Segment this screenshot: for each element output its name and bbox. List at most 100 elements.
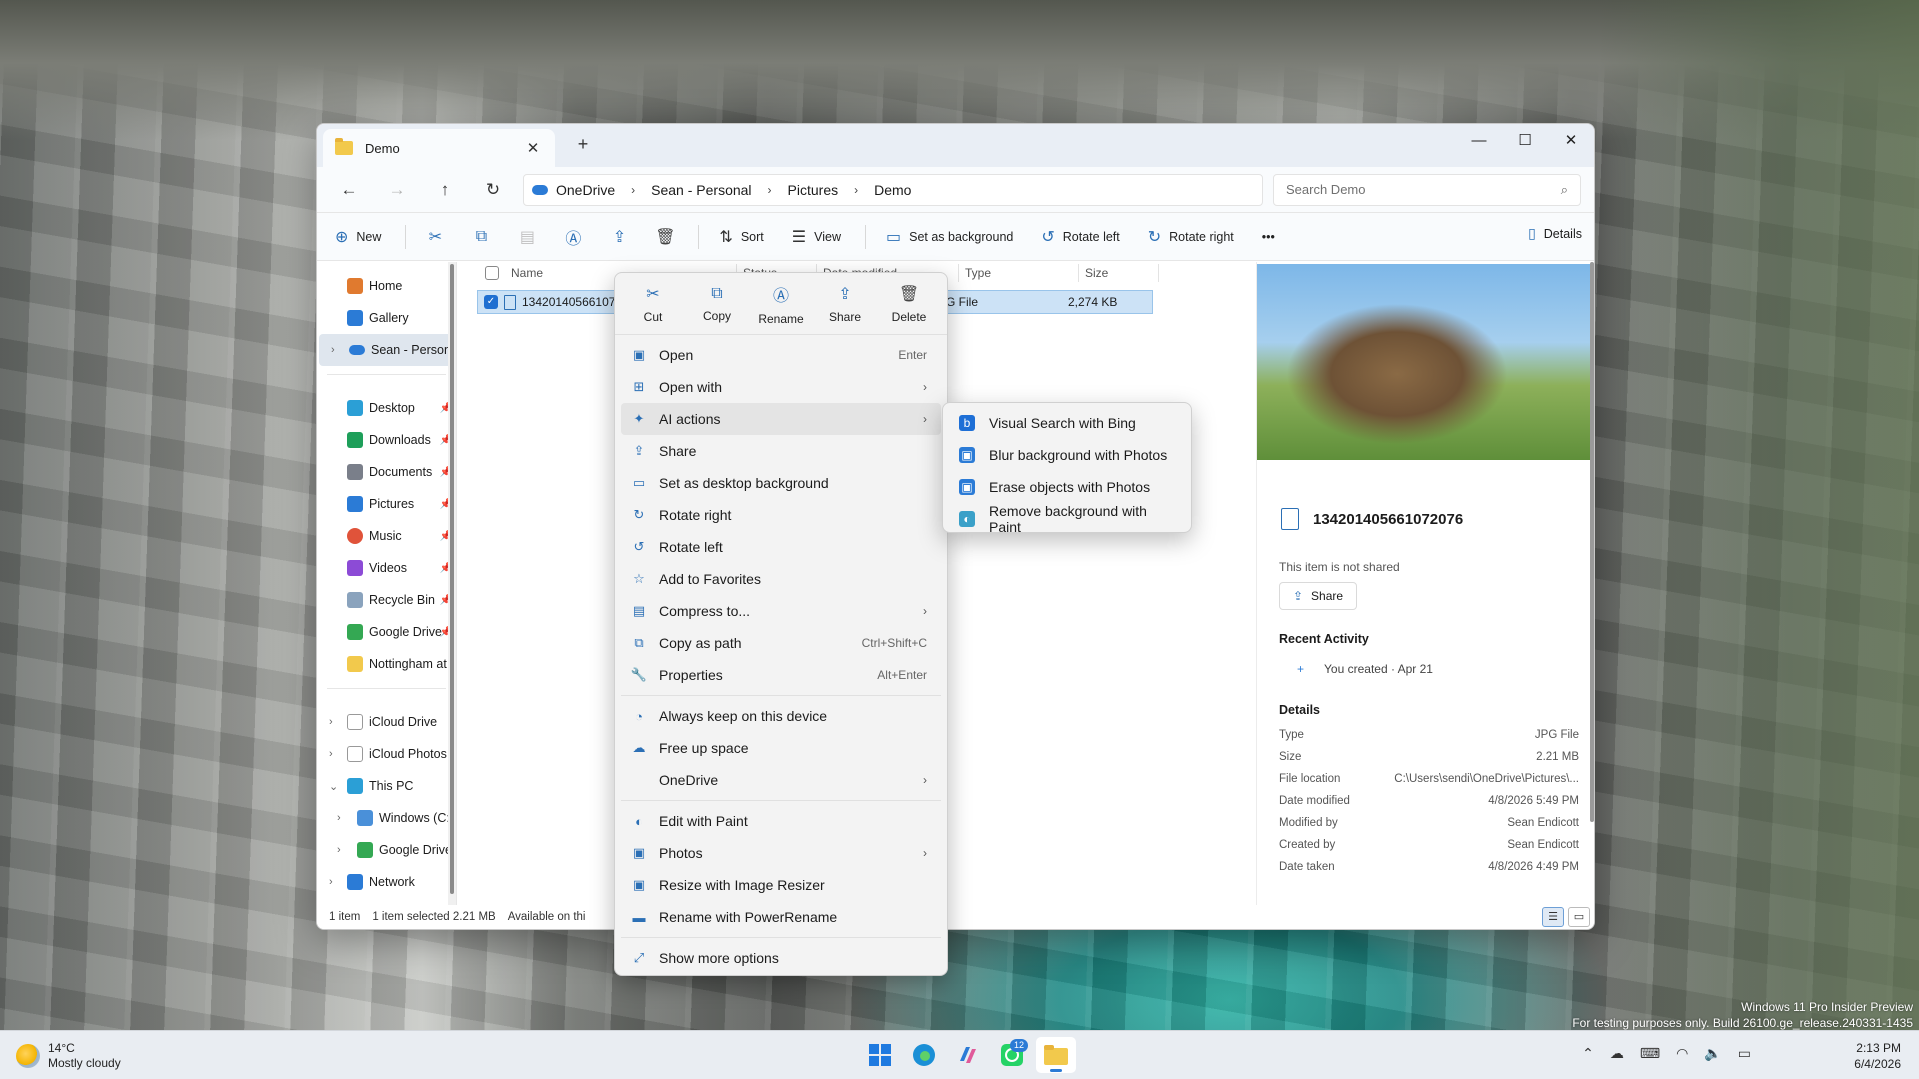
- clock[interactable]: 2:13 PM 6/4/2026: [1854, 1040, 1901, 1072]
- chevron-right-icon[interactable]: ›: [337, 812, 341, 824]
- menu-item-open-with[interactable]: ⊞ Open with ›: [621, 371, 941, 403]
- back-button[interactable]: ←: [325, 180, 373, 200]
- search-input[interactable]: [1286, 182, 1561, 197]
- search-box[interactable]: ⌕: [1273, 173, 1581, 206]
- menu-item-erase-objects[interactable]: ▣ Erase objects with Photos: [949, 471, 1185, 503]
- row-checkbox[interactable]: ✓: [484, 295, 498, 309]
- maximize-button[interactable]: ☐: [1502, 124, 1548, 156]
- share-action[interactable]: ⇪ Share: [813, 284, 877, 324]
- nav-scrollbar[interactable]: [448, 262, 456, 907]
- start-button[interactable]: [860, 1037, 900, 1073]
- sort-button[interactable]: ⇅ Sort: [711, 221, 771, 253]
- nav-item-nottingham[interactable]: Nottingham at (: [317, 648, 456, 680]
- crumb-pictures[interactable]: Pictures: [788, 182, 839, 198]
- details-scrollbar[interactable]: [1590, 262, 1594, 822]
- delete-action[interactable]: 🗑 Delete: [877, 284, 941, 324]
- nav-item-desktop[interactable]: Desktop 📌: [317, 392, 456, 424]
- nav-item-network[interactable]: › Network: [317, 866, 456, 898]
- chevron-right-icon[interactable]: ›: [331, 344, 335, 356]
- minimize-button[interactable]: —: [1456, 124, 1502, 156]
- new-tab-button[interactable]: +: [571, 134, 595, 155]
- crumb-demo[interactable]: Demo: [874, 182, 911, 198]
- edge-app[interactable]: [904, 1037, 944, 1073]
- chevron-up-icon[interactable]: ⌃: [1582, 1045, 1594, 1062]
- weather-widget[interactable]: 14°C Mostly cloudy: [16, 1041, 121, 1071]
- paste-button[interactable]: ▤: [510, 221, 544, 253]
- chevron-right-icon[interactable]: ›: [768, 183, 772, 197]
- nav-item-icloud-photos[interactable]: › iCloud Photos: [317, 738, 456, 770]
- chevron-down-icon[interactable]: ⌄: [329, 780, 338, 793]
- details-share-button[interactable]: ⇪ Share: [1279, 582, 1357, 610]
- chevron-right-icon[interactable]: ›: [854, 183, 858, 197]
- tab-demo[interactable]: Demo ✕: [323, 129, 555, 167]
- close-button[interactable]: ✕: [1548, 124, 1594, 156]
- select-all-checkbox[interactable]: [485, 266, 499, 280]
- nav-item-icloud-drive[interactable]: › iCloud Drive: [317, 706, 456, 738]
- copy-action[interactable]: ⧉ Copy: [685, 285, 749, 323]
- copilot-app[interactable]: [948, 1037, 988, 1073]
- share-button[interactable]: ⇪: [602, 221, 636, 253]
- rotate-left-button[interactable]: ↺ Rotate left: [1033, 221, 1127, 253]
- up-button[interactable]: ↑: [421, 180, 469, 200]
- nav-item-videos[interactable]: Videos 📌: [317, 552, 456, 584]
- menu-item-compress-to[interactable]: ▤ Compress to... ›: [621, 595, 941, 627]
- nav-item-pictures[interactable]: Pictures 📌: [317, 488, 456, 520]
- breadcrumb[interactable]: OneDrive › Sean - Personal › Pictures › …: [523, 173, 1263, 206]
- menu-item-properties[interactable]: 🔧 Properties Alt+Enter: [621, 659, 941, 691]
- nav-item-sean-personal[interactable]: › Sean - Personal: [319, 334, 454, 366]
- chevron-right-icon[interactable]: ›: [329, 876, 333, 888]
- cut-button[interactable]: ✂: [418, 221, 452, 253]
- menu-item-onedrive[interactable]: OneDrive ›: [621, 764, 941, 796]
- whatsapp-app[interactable]: 12: [992, 1037, 1032, 1073]
- nav-item-home[interactable]: Home: [317, 270, 456, 302]
- menu-item-image-resizer[interactable]: ▣ Resize with Image Resizer: [621, 869, 941, 901]
- keyboard-icon[interactable]: ⌨: [1640, 1045, 1660, 1062]
- crumb-onedrive[interactable]: OneDrive: [556, 182, 615, 198]
- menu-item-blur-background[interactable]: ▣ Blur background with Photos: [949, 439, 1185, 471]
- set-background-button[interactable]: ▭ Set as background: [878, 221, 1021, 253]
- chevron-right-icon[interactable]: ›: [329, 716, 333, 728]
- onedrive-tray-icon[interactable]: ☁: [1610, 1045, 1624, 1062]
- menu-item-set-desktop-background[interactable]: ▭ Set as desktop background: [621, 467, 941, 499]
- new-button[interactable]: ⊕ New: [327, 221, 389, 253]
- menu-item-always-keep[interactable]: ◔ Always keep on this device: [621, 700, 941, 732]
- menu-item-power-rename[interactable]: ▬ Rename with PowerRename: [621, 901, 941, 933]
- nav-item-this-pc[interactable]: ⌄ This PC: [317, 770, 456, 802]
- view-button[interactable]: ☰ View: [784, 221, 849, 253]
- cut-action[interactable]: ✂ Cut: [621, 284, 685, 324]
- file-explorer-app[interactable]: [1036, 1037, 1076, 1073]
- menu-item-add-to-favorites[interactable]: ☆ Add to Favorites: [621, 563, 941, 595]
- nav-item-documents[interactable]: Documents 📌: [317, 456, 456, 488]
- nav-item-downloads[interactable]: Downloads 📌: [317, 424, 456, 456]
- rename-action[interactable]: Ⓐ Rename: [749, 282, 813, 326]
- rename-button[interactable]: Ⓐ: [556, 219, 590, 255]
- crumb-sean-personal[interactable]: Sean - Personal: [651, 182, 751, 198]
- menu-item-remove-background-paint[interactable]: ◐ Remove background with Paint: [949, 503, 1185, 535]
- menu-item-edit-with-paint[interactable]: ◐ Edit with Paint: [621, 805, 941, 837]
- forward-button[interactable]: →: [373, 180, 421, 200]
- nav-item-music[interactable]: Music 📌: [317, 520, 456, 552]
- menu-item-visual-search-bing[interactable]: b Visual Search with Bing: [949, 407, 1185, 439]
- column-size[interactable]: Size: [1079, 264, 1159, 282]
- menu-item-copy-as-path[interactable]: ⧉ Copy as path Ctrl+Shift+C: [621, 627, 941, 659]
- refresh-button[interactable]: ↻: [469, 180, 517, 200]
- chevron-right-icon[interactable]: ›: [337, 844, 341, 856]
- nav-item-recycle-bin[interactable]: Recycle Bin 📌: [317, 584, 456, 616]
- delete-button[interactable]: 🗑: [648, 221, 682, 253]
- battery-icon[interactable]: ▭: [1738, 1045, 1751, 1062]
- details-view-icon[interactable]: ☰: [1542, 907, 1564, 927]
- menu-item-free-up-space[interactable]: ☁ Free up space: [621, 732, 941, 764]
- rotate-right-button[interactable]: ↻ Rotate right: [1140, 221, 1242, 253]
- menu-item-rotate-right[interactable]: ↻ Rotate right: [621, 499, 941, 531]
- wifi-icon[interactable]: ◠: [1676, 1045, 1688, 1062]
- more-options-button[interactable]: •••: [1254, 224, 1283, 250]
- close-tab-icon[interactable]: ✕: [523, 139, 543, 157]
- chevron-right-icon[interactable]: ›: [329, 748, 333, 760]
- nav-item-gallery[interactable]: Gallery: [317, 302, 456, 334]
- column-type[interactable]: Type: [959, 264, 1079, 282]
- nav-item-google-drive[interactable]: Google Drive 📌: [317, 616, 456, 648]
- nav-item-windows-c[interactable]: › Windows (C:): [317, 802, 456, 834]
- volume-icon[interactable]: 🔈: [1704, 1045, 1721, 1062]
- menu-item-rotate-left[interactable]: ↺ Rotate left: [621, 531, 941, 563]
- details-toggle-button[interactable]: ▯ Details: [1528, 225, 1582, 242]
